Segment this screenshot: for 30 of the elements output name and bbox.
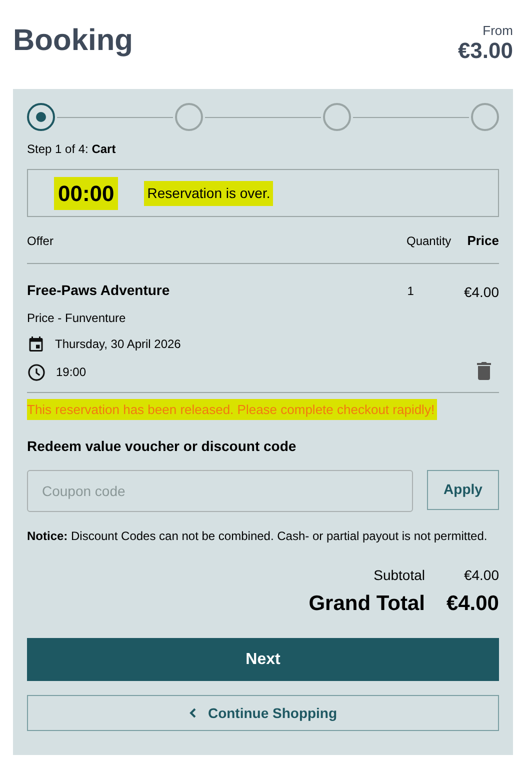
offer-name: Free-Paws Adventure (27, 280, 171, 300)
voucher-heading: Redeem value voucher or discount code (27, 436, 298, 456)
apply-button[interactable]: Apply (427, 470, 499, 510)
continue-shopping-button[interactable]: Continue Shopping (27, 695, 499, 731)
grand-total-value: €4.00 (445, 590, 499, 616)
timer-message: Reservation is over. (144, 180, 274, 206)
calendar-icon (27, 334, 45, 352)
grand-total-label: Grand Total (308, 590, 425, 616)
column-header: Offer (27, 232, 54, 250)
quantity-value: 1 (407, 282, 414, 300)
subtotal-value: €4.00 (462, 566, 499, 584)
column-header: Quantity (406, 232, 452, 250)
step-label: Step 1 of 4: Cart (27, 141, 117, 158)
clock-icon (27, 362, 46, 382)
notice-text: Notice: Discount Codes can not be combined. Cash- or partial payout is not permitted. (27, 528, 488, 544)
column-header: Price (467, 232, 499, 250)
coupon-field[interactable]: Coupon code (27, 470, 413, 512)
price-prefix: From (482, 24, 513, 37)
chevron-left-icon (188, 708, 196, 718)
page-title: Booking (13, 26, 133, 56)
next-button[interactable]: Next (27, 638, 499, 681)
release-warning: This reservation has been released. Please complete checkout rapidly! (27, 398, 437, 420)
subtotal-label: Subtotal (374, 566, 425, 584)
price-type: Price - Funventure (27, 310, 127, 326)
offer-date: Thursday, 30 April 2026 (55, 336, 181, 352)
offer-time: 19:00 (56, 364, 86, 381)
from-price: €3.00 (458, 37, 513, 64)
countdown-timer: 00:00 (54, 176, 118, 210)
offer-price: €4.00 (464, 282, 499, 302)
delete-icon[interactable] (477, 362, 491, 380)
